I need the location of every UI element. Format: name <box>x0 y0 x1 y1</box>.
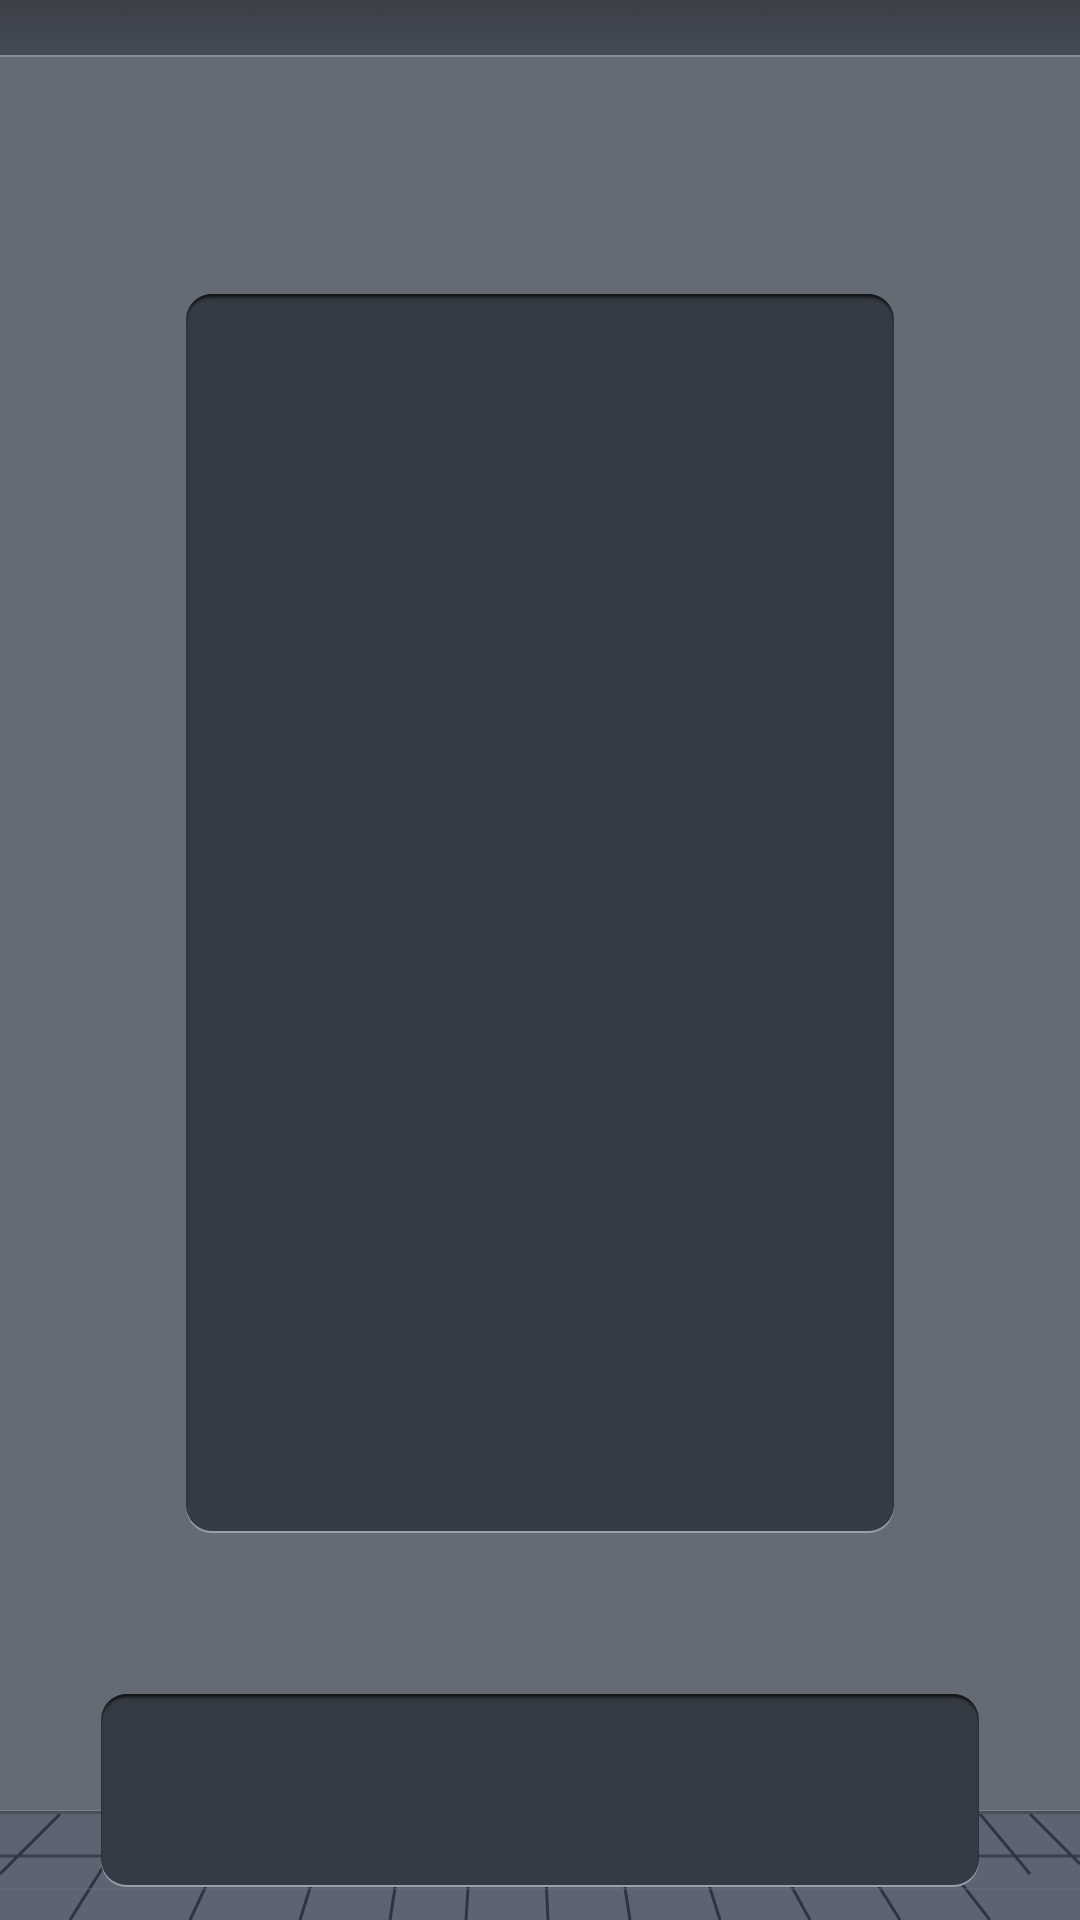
status-bar <box>0 0 1080 57</box>
dock-panel <box>101 1694 979 1885</box>
main-widget-panel <box>186 294 894 1531</box>
